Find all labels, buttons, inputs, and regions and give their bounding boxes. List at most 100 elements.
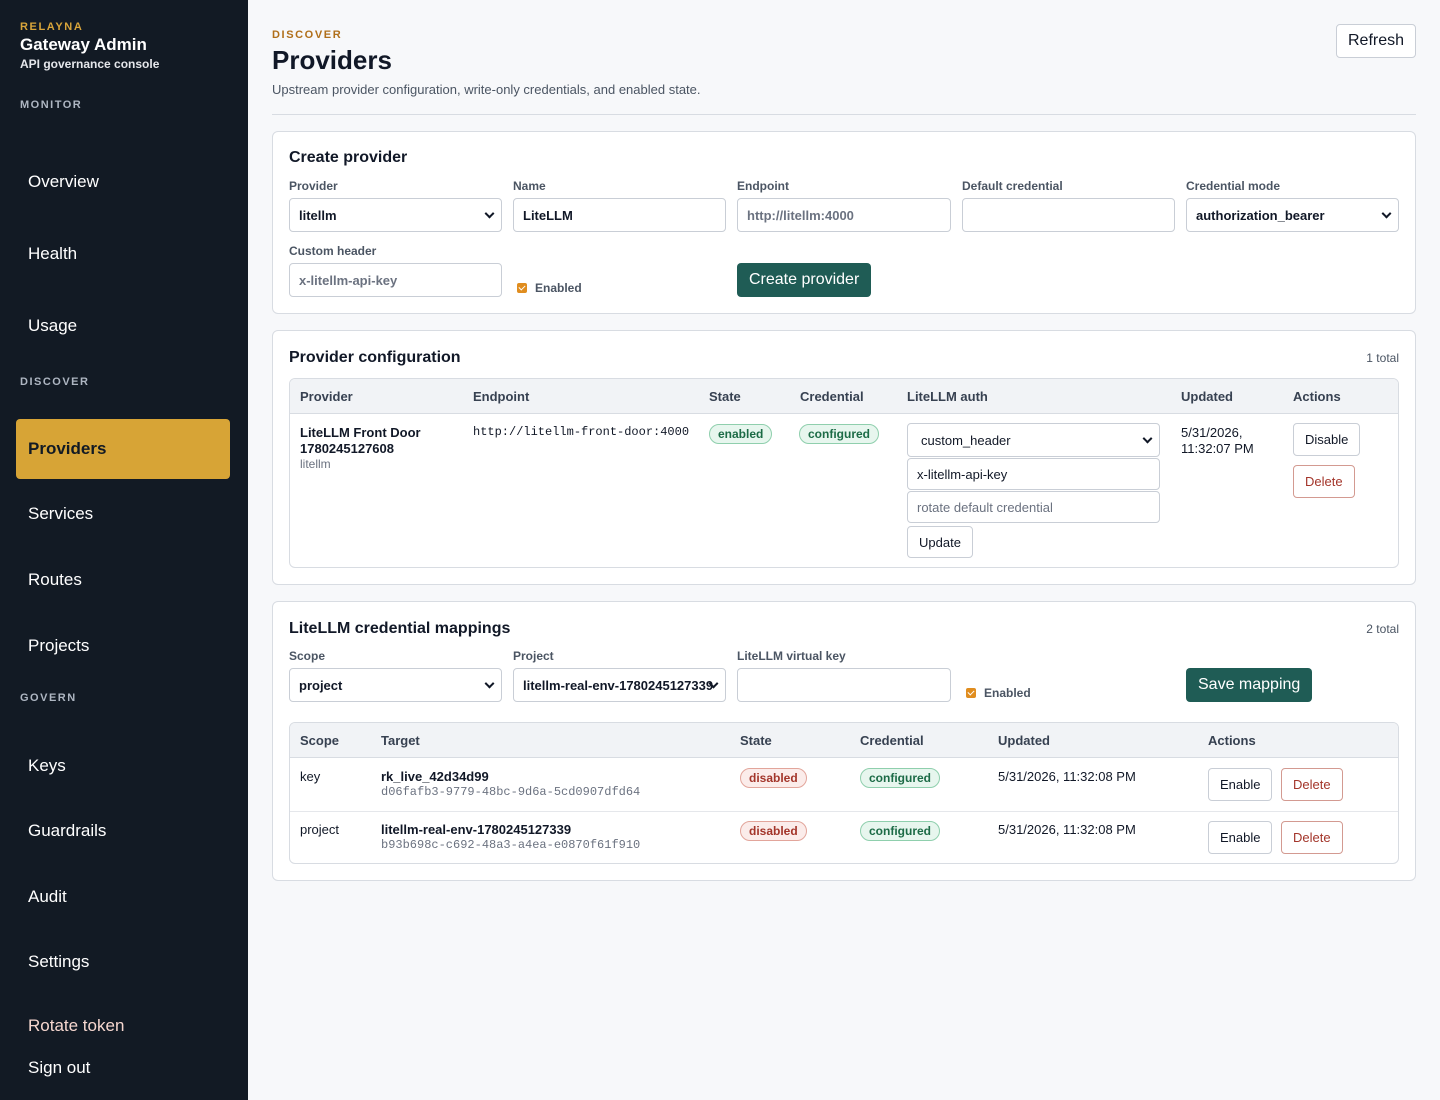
row-target: rk_live_42d34d99 — [381, 769, 489, 784]
custom-header-label: Custom header — [289, 244, 377, 258]
provider-select[interactable]: litellm — [289, 198, 502, 232]
delete-button[interactable]: Delete — [1293, 465, 1355, 498]
col-scope: Scope — [300, 733, 340, 748]
col-provider: Provider — [300, 389, 353, 404]
name-label: Name — [513, 179, 546, 193]
sidebar-item-label: Providers — [28, 439, 107, 458]
credential-mode-select[interactable]: authorization_bearer — [1186, 198, 1399, 232]
sidebar-item-routes[interactable]: Routes — [16, 550, 230, 610]
page-title: Providers — [272, 45, 392, 75]
provider-configuration-card: Provider configuration 1 total Provider … — [272, 330, 1416, 585]
credential-mode-label: Credential mode — [1186, 179, 1281, 193]
sidebar-item-label: Overview — [28, 172, 99, 191]
row-target: litellm-real-env-1780245127339 — [381, 822, 572, 837]
credential-mappings-card: LiteLLM credential mappings 2 total Scop… — [272, 601, 1416, 881]
sidebar-item-providers[interactable]: Providers — [16, 419, 230, 479]
sidebar-item-label: Health — [28, 244, 78, 263]
enable-button[interactable]: Enable — [1208, 768, 1273, 801]
refresh-button[interactable]: Refresh — [1336, 24, 1416, 58]
sidebar-item-services[interactable]: Services — [16, 484, 230, 544]
auth-mode-select[interactable]: custom_header — [907, 423, 1160, 457]
updated-line2: 11:32:07 PM — [1181, 441, 1254, 456]
credential-badge: configured — [799, 424, 879, 444]
page-description: Upstream provider configuration, write-o… — [272, 82, 701, 97]
sidebar-item-health[interactable]: Health — [16, 224, 230, 284]
save-mapping-button[interactable]: Save mapping — [1186, 668, 1313, 702]
delete-button[interactable]: Delete — [1281, 821, 1343, 854]
updated-line1: 5/31/2026, — [1181, 425, 1243, 440]
rotate-credential-input[interactable]: rotate default credential — [907, 491, 1160, 523]
update-button[interactable]: Update — [907, 526, 973, 558]
provider-table: Provider Endpoint State Credential LiteL… — [289, 378, 1399, 568]
sign-out-link[interactable]: Sign out — [28, 1058, 90, 1078]
checkbox-checked-icon — [966, 688, 976, 698]
sidebar-item-audit[interactable]: Audit — [16, 867, 230, 927]
scope-select-value: project — [299, 677, 343, 693]
row-scope: key — [300, 769, 321, 784]
delete-button[interactable]: Delete — [1281, 768, 1343, 801]
col-endpoint: Endpoint — [473, 389, 530, 404]
sidebar-item-usage[interactable]: Usage — [16, 296, 230, 356]
default-credential-input[interactable] — [962, 198, 1175, 232]
sidebar-item-label: Audit — [28, 887, 67, 906]
brand-title: Gateway Admin — [20, 35, 147, 54]
provider-configuration-title: Provider configuration — [289, 349, 461, 366]
provider-select-value: litellm — [299, 207, 337, 223]
brand-subtitle: API governance console — [20, 57, 160, 71]
default-credential-label: Default credential — [962, 179, 1063, 193]
credential-mappings-title: LiteLLM credential mappings — [289, 620, 511, 637]
sidebar-item-keys[interactable]: Keys — [16, 736, 230, 796]
virtual-key-input[interactable] — [737, 668, 951, 702]
virtual-key-label: LiteLLM virtual key — [737, 649, 846, 663]
checkbox-checked-icon — [517, 283, 527, 293]
disable-button[interactable]: Disable — [1293, 423, 1361, 456]
sidebar-item-label: Settings — [28, 952, 90, 971]
provider-endpoint: http://litellm-front-door:4000 — [473, 425, 690, 439]
custom-header-input[interactable]: x-litellm-api-key — [289, 263, 502, 297]
mappings-table: Scope Target State Credential Updated Ac… — [289, 722, 1399, 864]
sidebar-item-overview[interactable]: Overview — [16, 152, 230, 212]
status-badge: disabled — [740, 821, 807, 841]
sidebar-item-label: Projects — [28, 636, 90, 655]
mappings-count: 2 total — [1366, 622, 1399, 636]
project-select-value: litellm-real-env-1780245127339 — [523, 677, 714, 693]
col-litellm-auth: LiteLLM auth — [907, 389, 988, 404]
enable-button[interactable]: Enable — [1208, 821, 1273, 854]
sidebar-item-label: Keys — [28, 756, 66, 775]
sidebar-item-label: Usage — [28, 316, 78, 335]
col-credential: Credential — [800, 389, 864, 404]
auth-mode-value: custom_header — [921, 432, 1011, 448]
col-updated: Updated — [998, 733, 1050, 748]
sidebar-item-guardrails[interactable]: Guardrails — [16, 801, 230, 861]
project-label: Project — [513, 649, 554, 663]
row-updated: 5/31/2026, 11:32:08 PM — [998, 822, 1136, 837]
nav-section-monitor: MONITOR — [20, 99, 83, 111]
col-state: State — [709, 389, 741, 404]
project-select[interactable]: litellm-real-env-1780245127339 — [513, 668, 726, 702]
sidebar-item-projects[interactable]: Projects — [16, 616, 230, 676]
mapping-enabled-checkbox[interactable]: Enabled — [966, 686, 1031, 700]
create-provider-title: Create provider — [289, 149, 408, 166]
name-input[interactable]: LiteLLM — [513, 198, 726, 232]
create-provider-button[interactable]: Create provider — [737, 263, 872, 297]
sidebar-item-settings[interactable]: Settings — [16, 932, 230, 992]
auth-header-input[interactable]: x-litellm-api-key — [907, 458, 1160, 490]
page-kicker: DISCOVER — [272, 29, 343, 41]
provider-name-line1: LiteLLM Front Door — [300, 425, 421, 440]
rotate-token-link[interactable]: Rotate token — [28, 1016, 124, 1036]
endpoint-input[interactable]: http://litellm:4000 — [737, 198, 951, 232]
sidebar: RELAYNA Gateway Admin API governance con… — [0, 0, 248, 1100]
header-divider — [272, 114, 1416, 115]
endpoint-label: Endpoint — [737, 179, 789, 193]
nav-section-govern: GOVERN — [20, 692, 77, 704]
status-badge: enabled — [709, 424, 773, 444]
enabled-checkbox[interactable]: Enabled — [517, 281, 582, 295]
chevron-down-icon — [484, 678, 495, 689]
provider-kind: litellm — [300, 457, 331, 471]
col-actions: Actions — [1208, 733, 1256, 748]
enabled-label: Enabled — [535, 281, 582, 295]
row-scope: project — [300, 822, 340, 837]
sidebar-item-label: Routes — [28, 570, 82, 589]
scope-select[interactable]: project — [289, 668, 502, 702]
row-divider — [290, 811, 1398, 812]
